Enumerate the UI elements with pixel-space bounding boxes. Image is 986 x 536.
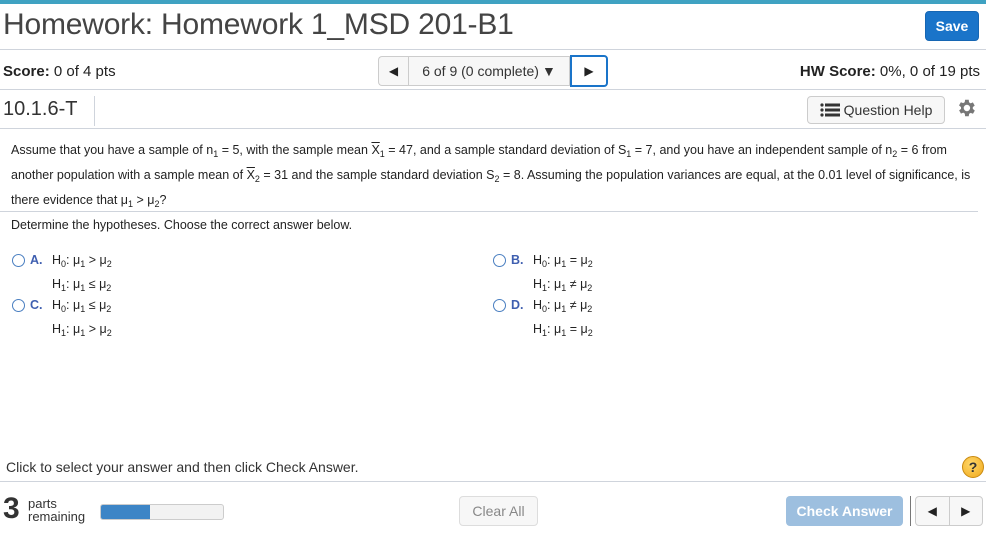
radio-button[interactable] — [12, 254, 25, 267]
save-button[interactable]: Save — [925, 11, 979, 41]
divider — [0, 481, 986, 482]
text: Assume that you have a sample of n — [11, 143, 214, 157]
score-label: Score: — [3, 63, 50, 80]
radio-button[interactable] — [493, 254, 506, 267]
xbar: X — [371, 143, 380, 157]
caret-down-icon: ▼ — [541, 63, 556, 79]
hw-score-value: 0%, 0 of 19 pts — [879, 63, 980, 80]
help-icon[interactable]: ? — [962, 456, 984, 478]
parts-remaining-label: parts remaining — [28, 496, 86, 524]
previous-question-button[interactable]: ◀ — [378, 56, 408, 86]
arrow-left-icon: ◀ — [927, 504, 937, 518]
text: = 7, and you have an independent sample … — [631, 143, 893, 157]
arrow-left-icon: ◀ — [388, 64, 399, 78]
question-mark: ? — [968, 459, 978, 475]
check-answer-button[interactable]: Check Answer — [786, 496, 903, 526]
h1-line: H1: μ1 = μ2 — [533, 322, 593, 338]
h1-line: H1: μ1 ≠ μ2 — [533, 277, 593, 293]
choice-d[interactable]: D. H0: μ1 ≠ μ2 H1: μ1 = μ2 — [493, 297, 593, 341]
progress-fill — [101, 505, 150, 519]
radio-button[interactable] — [493, 299, 506, 312]
divider — [0, 49, 986, 50]
question-select-dropdown[interactable]: 6 of 9 (0 complete) ▼ — [408, 56, 570, 86]
h0-line: H0: μ1 ≤ μ2 — [52, 298, 112, 314]
divider — [0, 89, 986, 90]
choice-a[interactable]: A. H0: μ1 > μ2 H1: μ1 ≤ μ2 — [12, 252, 112, 296]
clear-all-button[interactable]: Clear All — [459, 496, 538, 526]
arrow-right-icon: ▶ — [961, 504, 971, 518]
divider — [910, 496, 911, 526]
h1-line: H1: μ1 > μ2 — [52, 322, 112, 338]
divider — [0, 128, 986, 129]
text: = 47, and a sample standard deviation of… — [384, 143, 627, 157]
question-help-label: Question Help — [843, 102, 933, 118]
h1-line: H1: μ1 ≤ μ2 — [52, 277, 112, 293]
question-select-value: 6 of 9 (0 complete) — [422, 63, 539, 79]
h0-line: H0: μ1 ≠ μ2 — [533, 298, 593, 314]
text: = 31 and the sample standard deviation S — [259, 168, 495, 182]
top-accent-bar — [0, 0, 986, 4]
next-question-button[interactable]: ▶ — [570, 55, 608, 87]
score: Score: 0 of 4 pts — [3, 63, 116, 80]
choice-hypotheses: H0: μ1 = μ2 H1: μ1 ≠ μ2 — [533, 252, 593, 296]
parts-remaining-count: 3 — [3, 492, 20, 525]
choice-c[interactable]: C. H0: μ1 ≤ μ2 H1: μ1 > μ2 — [12, 297, 112, 341]
list-icon — [820, 103, 840, 117]
h0-line: H0: μ1 = μ2 — [533, 253, 593, 269]
previous-part-button[interactable]: ◀ — [916, 497, 950, 525]
page-title: Homework: Homework 1_MSD 201-B1 — [3, 8, 514, 41]
footer-instruction: Click to select your answer and then cli… — [6, 459, 359, 475]
question-navigator: ◀ 6 of 9 (0 complete) ▼ ▶ — [378, 55, 608, 87]
choice-b[interactable]: B. H0: μ1 = μ2 H1: μ1 ≠ μ2 — [493, 252, 593, 296]
instruction-prompt: Determine the hypotheses. Choose the cor… — [11, 218, 353, 232]
choice-hypotheses: H0: μ1 ≠ μ2 H1: μ1 = μ2 — [533, 297, 593, 341]
parts-progress-bar — [100, 504, 224, 520]
xbar: X — [246, 168, 255, 182]
choice-letter: A. — [30, 253, 43, 267]
choice-letter: D. — [511, 298, 524, 312]
radio-button[interactable] — [12, 299, 25, 312]
divider — [94, 96, 95, 126]
score-value: 0 of 4 pts — [53, 63, 116, 80]
hw-score: HW Score: 0%, 0 of 19 pts — [800, 63, 980, 80]
hw-score-label: HW Score: — [799, 63, 876, 80]
next-part-button[interactable]: ▶ — [950, 497, 983, 525]
divider — [0, 211, 978, 212]
h0-line: H0: μ1 > μ2 — [52, 253, 112, 269]
choice-letter: C. — [30, 298, 43, 312]
choice-letter: B. — [511, 253, 524, 267]
text: ? — [159, 193, 167, 207]
question-text: Assume that you have a sample of n1 = 5,… — [11, 140, 971, 215]
choice-hypotheses: H0: μ1 > μ2 H1: μ1 ≤ μ2 — [52, 252, 112, 296]
arrow-right-icon: ▶ — [584, 64, 594, 78]
part-navigator: ◀ ▶ — [915, 496, 983, 526]
question-id: 10.1.6-T — [3, 98, 78, 120]
text: > μ — [133, 193, 155, 207]
gear-icon[interactable] — [955, 97, 977, 119]
choice-hypotheses: H0: μ1 ≤ μ2 H1: μ1 > μ2 — [52, 297, 112, 341]
text: = 5, with the sample mean — [218, 143, 372, 157]
question-help-button[interactable]: Question Help — [807, 96, 945, 124]
